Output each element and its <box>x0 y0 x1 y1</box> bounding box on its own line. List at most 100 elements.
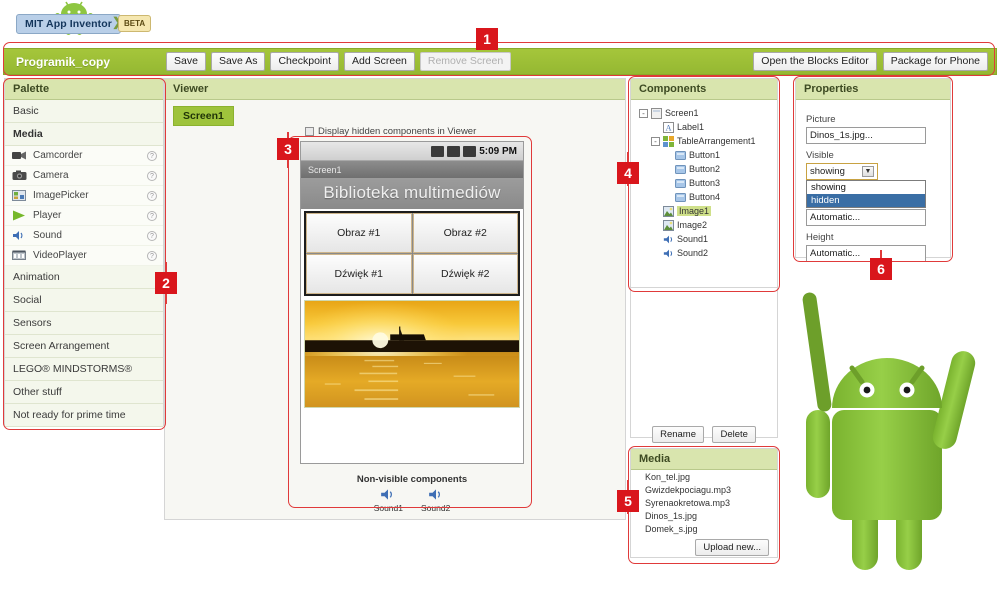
app-logo: MIT App Inventor ❯ BETA <box>8 0 158 42</box>
media-file-item[interactable]: Syrenaokretowa.mp3 <box>631 496 777 509</box>
palette-group-not-ready[interactable]: Not ready for prime time <box>5 404 163 427</box>
palette-item-imagepicker[interactable]: ImagePicker ? <box>5 186 163 206</box>
nonvisible-sound1[interactable]: Sound1 <box>374 488 403 513</box>
help-icon[interactable]: ? <box>147 210 157 221</box>
media-file-item[interactable]: Domek_s.jpg <box>631 522 777 535</box>
visible-select[interactable]: showing ▼ <box>806 163 878 180</box>
component-tree-item[interactable]: Button3 <box>635 176 773 190</box>
button-icon <box>675 150 686 161</box>
picture-field[interactable]: Dinos_1s.jpg... <box>806 127 926 144</box>
visible-dropdown-list[interactable]: showing hidden <box>806 180 926 208</box>
checkbox-box-icon <box>305 127 314 136</box>
palette-item-label: ImagePicker <box>33 190 89 201</box>
palette-item-videoplayer[interactable]: VideoPlayer ? <box>5 246 163 266</box>
palette-group-animation[interactable]: Animation <box>5 266 163 289</box>
add-screen-button[interactable]: Add Screen <box>344 52 415 71</box>
width-field[interactable]: Automatic... <box>806 209 926 226</box>
callout-marker-4: 4 <box>617 162 639 184</box>
phone-button-1[interactable]: Obraz #1 <box>306 213 412 253</box>
palette-group-sensors[interactable]: Sensors <box>5 312 163 335</box>
component-tree-item[interactable]: Button4 <box>635 190 773 204</box>
sunset-harbor-photo[interactable] <box>304 300 520 408</box>
palette-group-screen-arrangement[interactable]: Screen Arrangement <box>5 335 163 358</box>
callout-marker-5: 5 <box>617 490 639 512</box>
palette-group-social[interactable]: Social <box>5 289 163 312</box>
palette-item-sound[interactable]: Sound ? <box>5 226 163 246</box>
save-as-button[interactable]: Save As <box>210 52 266 71</box>
dropdown-option-hidden[interactable]: hidden <box>807 194 925 207</box>
media-file-item[interactable]: Dinos_1s.jpg <box>631 509 777 522</box>
save-button[interactable]: Save <box>166 52 206 71</box>
component-tree-label: Button4 <box>689 192 721 202</box>
open-blocks-editor-button[interactable]: Open the Blocks Editor <box>753 52 877 71</box>
upload-new-button[interactable]: Upload new... <box>695 539 769 556</box>
package-for-phone-button[interactable]: Package for Phone <box>882 52 988 71</box>
sound-speaker-icon <box>381 489 393 500</box>
component-tree-item[interactable]: Image2 <box>635 218 773 232</box>
component-tree-item[interactable]: - Screen1 <box>635 106 773 120</box>
palette-group-other-stuff[interactable]: Other stuff <box>5 381 163 404</box>
nonvisible-section: Non-visible components Sound1 Sound2 <box>300 468 524 513</box>
palette-item-camera[interactable]: Camera ? <box>5 166 163 186</box>
component-tree-item[interactable]: Sound1 <box>635 232 773 246</box>
chevron-down-icon[interactable]: ▼ <box>862 166 874 177</box>
sound-speaker-icon <box>11 229 27 242</box>
button-icon <box>675 192 686 203</box>
rename-button[interactable]: Rename <box>652 426 704 443</box>
component-tree-item[interactable]: Sound2 <box>635 246 773 260</box>
components-title: Components <box>631 79 777 100</box>
palette-panel: Palette Basic Media Camcorder ? Camera ?… <box>4 78 164 427</box>
help-icon[interactable]: ? <box>147 230 157 241</box>
component-tree-item[interactable]: Button1 <box>635 148 773 162</box>
component-tree-item[interactable]: Image1 <box>635 204 773 218</box>
help-icon[interactable]: ? <box>147 190 157 201</box>
visible-property-label: Visible <box>806 150 834 161</box>
component-tree-label: Button1 <box>689 150 721 160</box>
palette-item-label: VideoPlayer <box>33 250 87 261</box>
palette-group-basic[interactable]: Basic <box>5 100 163 123</box>
palette-group-media[interactable]: Media <box>5 123 163 146</box>
app-heading-label: Biblioteka multimediów <box>301 178 523 209</box>
dropdown-option-showing[interactable]: showing <box>807 181 925 194</box>
checkbox-label: Display hidden components in Viewer <box>318 126 477 137</box>
palette-item-label: Camcorder <box>33 150 83 161</box>
toolbar-right-group: Open the Blocks Editor Package for Phone <box>747 52 988 71</box>
palette-item-player[interactable]: Player ? <box>5 206 163 226</box>
palette-group-lego-mindstorms[interactable]: LEGO® MINDSTORMS® <box>5 358 163 381</box>
phone-button-4[interactable]: Dźwięk #2 <box>412 254 518 294</box>
phone-button-2[interactable]: Obraz #2 <box>412 213 518 253</box>
screen-tab-screen1[interactable]: Screen1 <box>173 106 234 126</box>
component-tree-item[interactable]: A Label1 <box>635 120 773 134</box>
media-title: Media <box>631 449 777 470</box>
nonvisible-label: Sound1 <box>373 503 403 513</box>
media-file-item[interactable]: Kon_tel.jpg <box>631 470 777 483</box>
display-hidden-components-checkbox[interactable]: Display hidden components in Viewer <box>305 126 476 137</box>
media-file-item[interactable]: Gwizdekpociagu.mp3 <box>631 483 777 496</box>
component-tree-label: Button2 <box>689 164 721 174</box>
camera-icon <box>11 169 27 182</box>
component-tree-item[interactable]: Button2 <box>635 162 773 176</box>
help-icon[interactable]: ? <box>147 250 157 261</box>
phone-screen-title: Screen1 <box>301 161 523 178</box>
sound-speaker-icon <box>663 234 674 245</box>
callout-marker-1: 1 <box>476 28 498 50</box>
palette-item-camcorder[interactable]: Camcorder ? <box>5 146 163 166</box>
help-icon[interactable]: ? <box>147 170 157 181</box>
delete-button[interactable]: Delete <box>712 426 756 443</box>
nonvisible-sound2[interactable]: Sound2 <box>421 488 450 513</box>
image-icon <box>663 205 674 217</box>
camcorder-icon <box>11 149 27 162</box>
checkpoint-button[interactable]: Checkpoint <box>270 52 339 71</box>
component-tree-label: Label1 <box>677 122 705 132</box>
phone-status-bar: 5:09 PM <box>301 142 523 161</box>
tree-toggle-icon[interactable]: - <box>639 108 648 118</box>
tree-toggle-icon[interactable]: - <box>651 136 660 146</box>
help-icon[interactable]: ? <box>147 150 157 161</box>
components-panel: Components - Screen1 A Label1 - TableArrangem… <box>630 78 778 288</box>
height-property-label: Height <box>806 232 834 243</box>
height-field[interactable]: Automatic... <box>806 245 926 262</box>
palette-item-label: Camera <box>33 170 69 181</box>
phone-button-3[interactable]: Dźwięk #1 <box>306 254 412 294</box>
component-tree-item[interactable]: - TableArrangement1 <box>635 134 773 148</box>
nonvisible-title: Non-visible components <box>356 474 468 485</box>
